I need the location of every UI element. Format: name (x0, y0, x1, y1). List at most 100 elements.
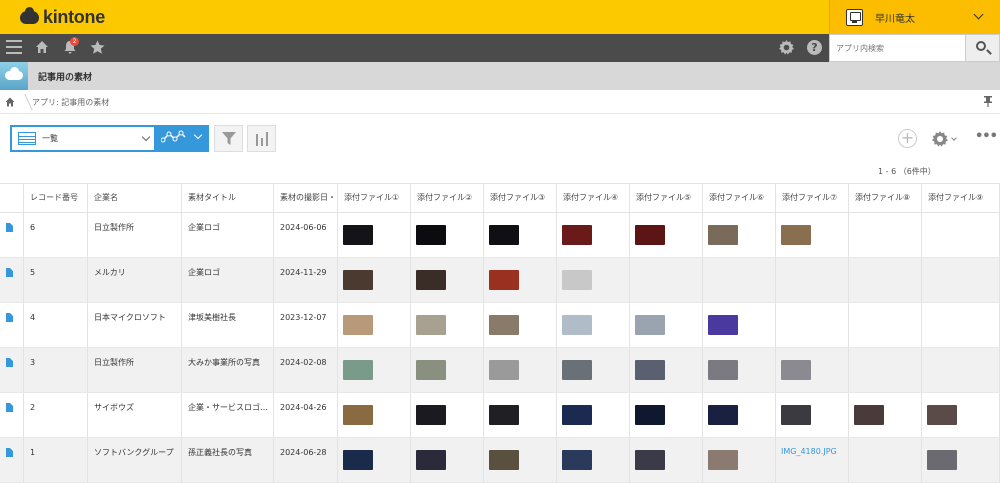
attachment-thumbnail[interactable] (562, 405, 592, 425)
attachment-cell: IMG_4180.JPG (776, 438, 849, 482)
attachment-thumbnail[interactable] (562, 450, 592, 470)
attachment-thumbnail[interactable] (343, 315, 373, 335)
column-header[interactable]: 企業名 (88, 184, 182, 212)
attachment-thumbnail[interactable] (489, 225, 519, 245)
material-title: 津坂美樹社長 (182, 303, 274, 347)
attachment-thumbnail[interactable] (708, 360, 738, 380)
view-selected-label: 一覧 (42, 134, 58, 143)
attachment-thumbnail[interactable] (708, 225, 738, 245)
attachment-cell (338, 258, 411, 302)
avatar (846, 8, 863, 26)
document-icon[interactable] (6, 448, 13, 457)
attachment-thumbnail[interactable] (635, 315, 665, 335)
attachment-thumbnail[interactable] (781, 405, 811, 425)
attachment-cell (557, 258, 630, 302)
document-icon[interactable] (6, 223, 13, 232)
attachment-thumbnail[interactable] (562, 225, 592, 245)
column-header[interactable]: 添付ファイル⑨ (922, 184, 1000, 212)
breadcrumb-app-link[interactable]: アプリ: 記事用の素材 (32, 97, 109, 108)
column-header[interactable]: 添付ファイル④ (557, 184, 630, 212)
column-header[interactable]: 添付ファイル⑤ (630, 184, 703, 212)
attachment-thumbnail[interactable] (781, 225, 811, 245)
attachment-file-link[interactable]: IMG_4180.JPG (781, 447, 837, 456)
attachment-thumbnail[interactable] (416, 225, 446, 245)
attachment-thumbnail[interactable] (343, 450, 373, 470)
column-header[interactable]: 添付ファイル⑦ (776, 184, 849, 212)
attachment-thumbnail[interactable] (416, 270, 446, 290)
menu-icon[interactable] (6, 40, 22, 54)
attachment-thumbnail[interactable] (343, 270, 373, 290)
attachment-thumbnail[interactable] (416, 405, 446, 425)
line-graph-icon (161, 130, 186, 143)
shoot-date: 2024-06-06 (274, 213, 338, 257)
graph-selector-button[interactable] (156, 125, 209, 152)
document-icon[interactable] (6, 358, 13, 367)
help-icon[interactable]: ? (807, 40, 822, 55)
search-input[interactable] (830, 35, 965, 61)
home-icon[interactable] (5, 97, 15, 107)
attachment-thumbnail[interactable] (708, 450, 738, 470)
attachment-cell (849, 438, 922, 482)
search-button[interactable] (966, 34, 1000, 62)
chart-button[interactable] (247, 125, 276, 152)
column-header[interactable]: 添付ファイル③ (484, 184, 557, 212)
attachment-thumbnail[interactable] (343, 405, 373, 425)
attachment-cell (557, 438, 630, 482)
star-icon[interactable] (90, 40, 105, 55)
record-detail-cell (0, 348, 24, 392)
company-name: メルカリ (88, 258, 182, 302)
attachment-thumbnail[interactable] (562, 360, 592, 380)
column-header[interactable]: 素材タイトル (182, 184, 274, 212)
kintone-logo[interactable]: kintone (20, 6, 105, 27)
filter-button[interactable] (214, 125, 243, 152)
column-header[interactable]: 添付ファイル② (411, 184, 484, 212)
company-name: 日本マイクロソフト (88, 303, 182, 347)
attachment-thumbnail[interactable] (416, 450, 446, 470)
attachment-thumbnail[interactable] (416, 315, 446, 335)
document-icon[interactable] (6, 403, 13, 412)
notification-badge: 2 (70, 37, 79, 46)
attachment-thumbnail[interactable] (927, 450, 957, 470)
view-selector[interactable]: 一覧 (10, 125, 156, 152)
attachment-thumbnail[interactable] (343, 225, 373, 245)
attachment-thumbnail[interactable] (416, 360, 446, 380)
add-record-button[interactable]: + (898, 129, 917, 148)
attachment-cell (411, 258, 484, 302)
attachment-thumbnail[interactable] (489, 405, 519, 425)
attachment-cell (703, 438, 776, 482)
attachment-thumbnail[interactable] (343, 360, 373, 380)
attachment-thumbnail[interactable] (635, 360, 665, 380)
app-search-field[interactable] (829, 34, 966, 62)
gear-icon[interactable] (779, 40, 794, 55)
column-header[interactable]: レコード番号 (24, 184, 88, 212)
attachment-thumbnail[interactable] (708, 315, 738, 335)
home-icon[interactable] (35, 40, 49, 54)
document-icon[interactable] (6, 313, 13, 322)
column-header[interactable]: 添付ファイル⑧ (849, 184, 922, 212)
attachment-thumbnail[interactable] (781, 360, 811, 380)
record-number: 4 (24, 303, 88, 347)
attachment-cell (338, 438, 411, 482)
attachment-thumbnail[interactable] (489, 270, 519, 290)
attachment-thumbnail[interactable] (489, 450, 519, 470)
attachment-thumbnail[interactable] (927, 405, 957, 425)
attachment-thumbnail[interactable] (489, 315, 519, 335)
attachment-thumbnail[interactable] (562, 315, 592, 335)
column-header[interactable]: 素材の撮影日・ (274, 184, 338, 212)
table-row: 2 サイボウズ 企業・サービスロゴ… 2024-04-26 (0, 393, 1000, 438)
pin-icon[interactable] (983, 96, 993, 107)
attachment-thumbnail[interactable] (854, 405, 884, 425)
attachment-thumbnail[interactable] (562, 270, 592, 290)
app-settings-button[interactable] (932, 129, 960, 148)
shoot-date: 2023-12-07 (274, 303, 338, 347)
user-menu[interactable]: 早川竜太 (829, 0, 1000, 34)
column-header[interactable]: 添付ファイル① (338, 184, 411, 212)
attachment-thumbnail[interactable] (635, 450, 665, 470)
attachment-thumbnail[interactable] (708, 405, 738, 425)
attachment-thumbnail[interactable] (635, 225, 665, 245)
attachment-thumbnail[interactable] (635, 405, 665, 425)
column-header[interactable]: 添付ファイル⑥ (703, 184, 776, 212)
document-icon[interactable] (6, 268, 13, 277)
attachment-thumbnail[interactable] (489, 360, 519, 380)
more-options-icon[interactable]: ••• (975, 130, 998, 145)
